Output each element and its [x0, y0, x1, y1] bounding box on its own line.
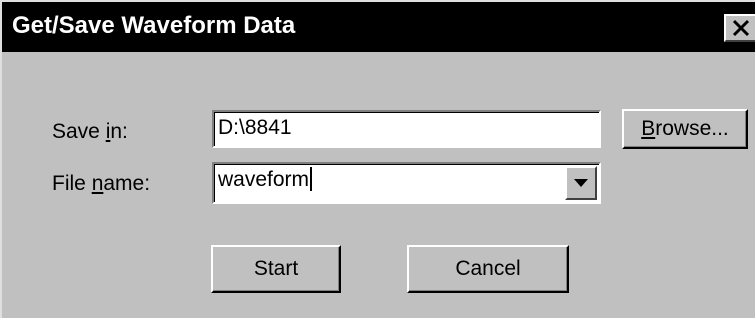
file-name-dropdown-button[interactable]	[565, 166, 597, 200]
start-button-label: Start	[253, 257, 299, 280]
file-name-label-prefix: File	[52, 172, 92, 195]
browse-label-rest: rowse...	[655, 117, 729, 140]
chevron-down-icon	[574, 179, 588, 187]
save-in-value: D:\8841	[218, 116, 292, 139]
close-icon	[732, 19, 750, 37]
browse-accelerator: B	[641, 117, 656, 140]
close-button[interactable]	[724, 14, 755, 42]
browse-button[interactable]: Browse...	[622, 109, 748, 149]
get-save-waveform-dialog: Get/Save Waveform Data Save in: D:\8841 …	[0, 0, 755, 318]
cancel-button[interactable]: Cancel	[407, 245, 569, 293]
file-name-label-suffix: ame:	[103, 172, 151, 195]
file-name-input[interactable]: waveform	[218, 167, 313, 193]
title-bar[interactable]: Get/Save Waveform Data	[2, 2, 755, 52]
file-name-label-accelerator: n	[91, 172, 104, 195]
file-name-label: File name:	[52, 171, 150, 197]
save-in-field[interactable]: D:\8841	[212, 110, 601, 148]
start-button[interactable]: Start	[211, 245, 341, 293]
cancel-button-label: Cancel	[455, 257, 521, 280]
window-title: Get/Save Waveform Data	[12, 12, 296, 39]
text-caret	[310, 167, 313, 191]
save-in-label: Save in:	[52, 119, 128, 145]
file-name-combobox[interactable]: waveform	[212, 162, 601, 204]
file-name-value: waveform	[218, 168, 310, 191]
save-in-label-suffix: n:	[110, 120, 128, 143]
save-in-label-prefix: Save	[52, 120, 106, 143]
